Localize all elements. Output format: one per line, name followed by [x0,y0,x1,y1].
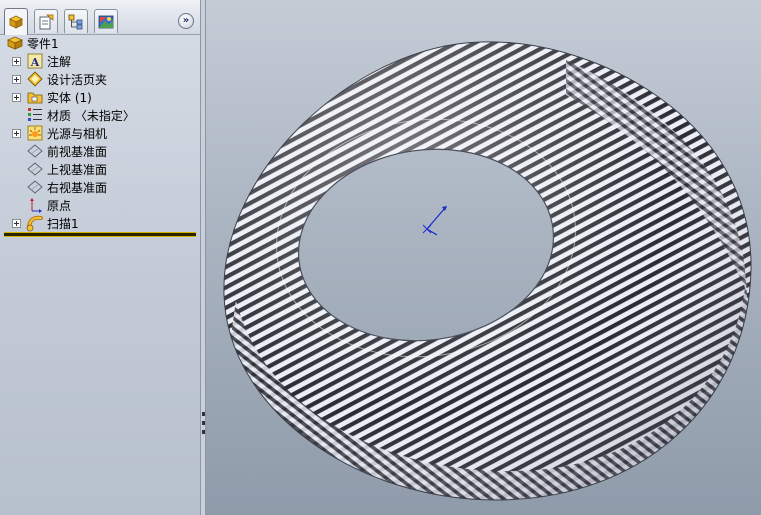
origin-icon [26,196,44,214]
tab-configuration-manager[interactable] [64,9,88,33]
tree-item-origin[interactable]: 原点 [0,196,200,214]
tree-item-annotations[interactable]: A 注解 [0,52,200,70]
expand-toggle[interactable] [12,92,21,102]
tree-item-design-binder[interactable]: 设计活页夹 [0,70,200,88]
expand-toggle[interactable] [12,128,21,138]
tree-item-lights-cameras[interactable]: 光源与相机 [0,124,200,142]
torus-surface[interactable] [206,0,761,515]
annotations-icon: A [26,52,44,70]
model-view[interactable] [206,0,761,515]
tree-item-label: 材质 〈未指定〉 [47,108,135,123]
chevron-double-right-icon: » [182,15,190,26]
tree-item-label: 前视基准面 [47,144,108,159]
tree-root-label: 零件1 [27,36,59,51]
design-binder-icon [26,70,44,88]
expand-toggle[interactable] [12,218,21,228]
tree-item-label: 实体 (1) [47,90,92,105]
tab-feature-manager[interactable] [4,8,28,35]
tree-item-label: 注解 [47,54,72,69]
tree-item-right-plane[interactable]: 右视基准面 [0,178,200,196]
tree-item-material[interactable]: 材质 〈未指定〉 [0,106,200,124]
tree-item-label: 右视基准面 [47,180,108,195]
tree-root-part[interactable]: 零件1 [6,34,59,52]
tree-item-label: 设计活页夹 [47,72,108,87]
expand-panel-button[interactable]: » [178,13,194,29]
solid-bodies-icon [26,88,44,106]
sweep-feature-icon [26,214,44,232]
tree-item-label: 上视基准面 [47,162,108,177]
plane-icon [26,142,44,160]
rollback-bar[interactable] [4,232,196,237]
svg-text:A: A [30,56,40,69]
feature-manager-icon [9,15,23,29]
tree-item-solid-bodies[interactable]: 实体 (1) [0,88,200,106]
panel-tab-bar: » [0,0,200,35]
plane-icon [26,160,44,178]
property-manager-icon [39,14,54,29]
tree-item-label: 光源与相机 [47,126,108,141]
graphics-area[interactable] [206,0,761,515]
expand-toggle[interactable] [12,56,21,66]
tree-item-label: 原点 [47,198,72,213]
tree-item-top-plane[interactable]: 上视基准面 [0,160,200,178]
lights-cameras-icon [26,124,44,142]
tree-item-sweep1[interactable]: 扫描1 [0,214,200,232]
tab-property-manager[interactable] [34,9,58,33]
material-icon [26,106,44,124]
splitter-grip-icon[interactable] [201,412,205,434]
plane-icon [26,178,44,196]
display-manager-icon [98,15,114,28]
tree-item-front-plane[interactable]: 前视基准面 [0,142,200,160]
part-icon [6,34,24,52]
feature-manager-panel: » 零件1 A 注解 设计活页夹 实体 (1) 材质 〈未指定〉 光源与相机 前… [0,0,201,515]
tab-display-manager[interactable] [94,9,118,33]
tree-item-label: 扫描1 [47,216,79,231]
expand-toggle[interactable] [12,74,21,84]
configuration-manager-icon [68,14,83,29]
